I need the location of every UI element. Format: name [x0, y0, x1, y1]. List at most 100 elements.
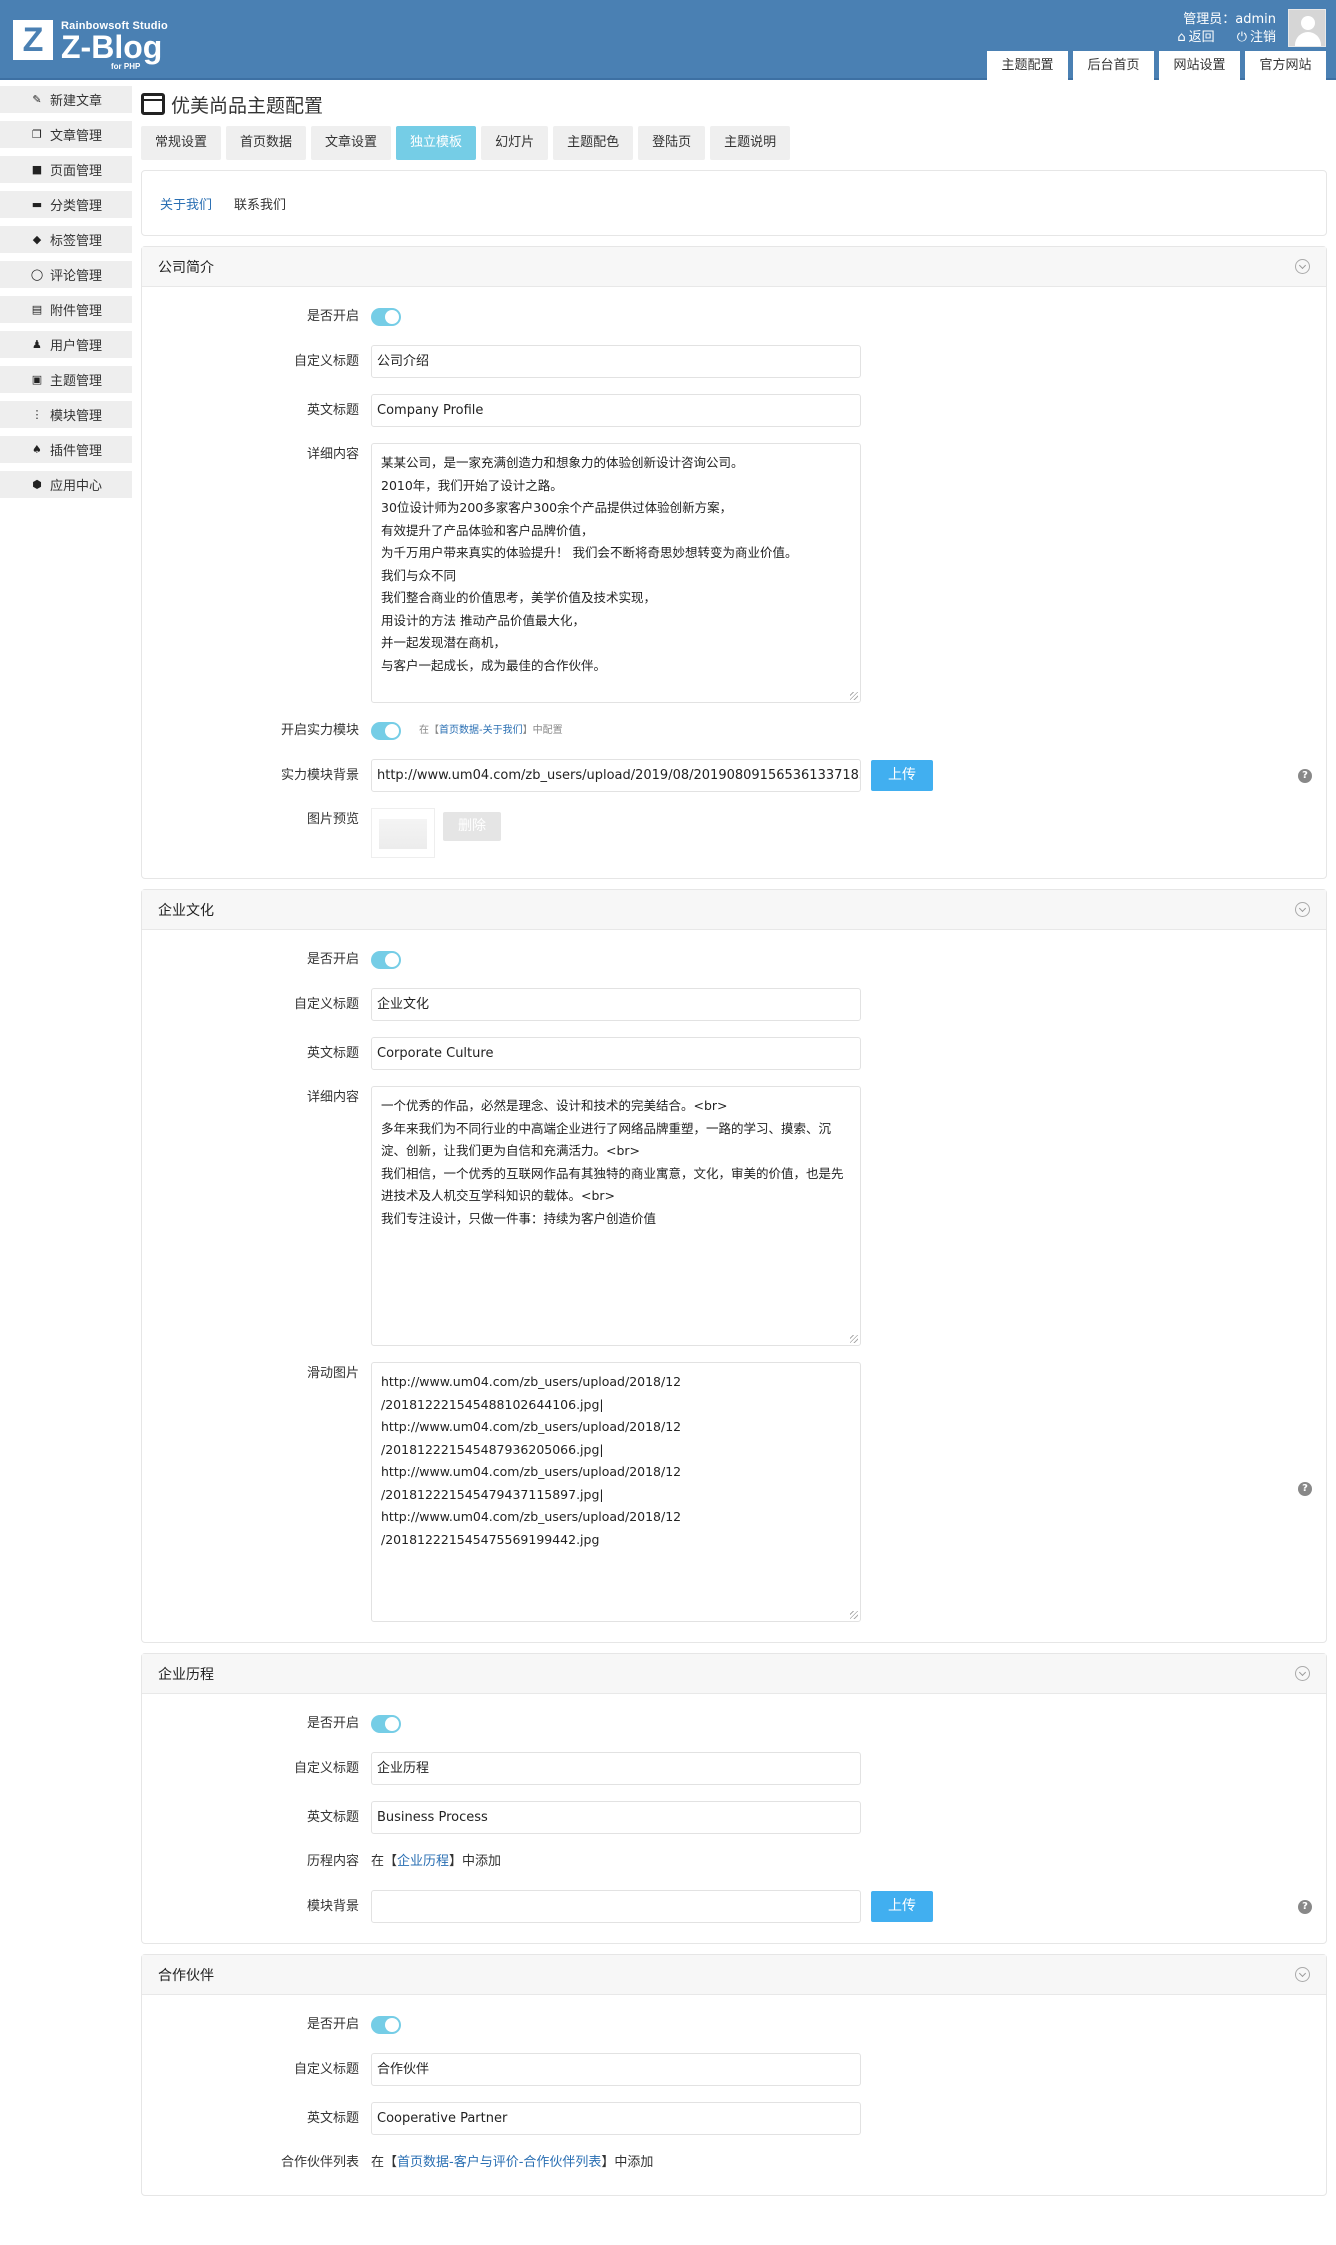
- sidebar-item-new-article[interactable]: ✎ 新建文章: [0, 86, 132, 113]
- upload-button[interactable]: 上传: [871, 760, 933, 791]
- panel-company-profile: 公司简介 是否开启 自定义标题 公司介绍 英文标题 Company Profil…: [141, 246, 1327, 879]
- delete-button[interactable]: 删除: [443, 812, 501, 841]
- tab-theme-colors[interactable]: 主题配色: [553, 126, 634, 160]
- partner-list-link[interactable]: 首页数据-客户与评价-合作伙伴列表: [397, 2155, 601, 2170]
- label-enable: 是否开启: [306, 1716, 359, 1731]
- label-slide-images: 滑动图片: [306, 1366, 359, 1381]
- logo-product: Z-Blog: [61, 29, 163, 65]
- zblog-logo[interactable]: Z Rainbowsoft Studio Z-Blog for PHP: [13, 20, 168, 71]
- chevron-down-icon[interactable]: [1295, 1967, 1310, 1982]
- slide-images-textarea[interactable]: http://www.um04.com/zb_users/upload/2018…: [371, 1362, 861, 1622]
- sidebar-item-tags[interactable]: ◆ 标签管理: [0, 226, 132, 253]
- panel-header[interactable]: 公司简介: [142, 247, 1326, 287]
- subnav-about-us[interactable]: 关于我们: [160, 194, 212, 213]
- sidebar-item-articles[interactable]: ❐ 文章管理: [0, 121, 132, 148]
- documents-icon: ❐: [32, 128, 42, 141]
- upload-button[interactable]: 上传: [871, 1891, 933, 1922]
- sidebar-item-plugins[interactable]: ♠ 插件管理: [0, 436, 132, 463]
- logout-link[interactable]: ⏻ 注销: [1237, 29, 1276, 47]
- tab-general[interactable]: 常规设置: [141, 126, 222, 160]
- sidebar-item-pages[interactable]: ■ 页面管理: [0, 156, 132, 183]
- chevron-down-icon[interactable]: [1295, 1666, 1310, 1681]
- custom-title-input[interactable]: 公司介绍: [371, 345, 861, 378]
- help-icon[interactable]: ?: [1298, 768, 1312, 783]
- history-link[interactable]: 企业历程: [397, 1854, 449, 1869]
- english-title-input[interactable]: Business Process: [371, 1801, 861, 1834]
- tab-theme-notes[interactable]: 主题说明: [710, 126, 791, 160]
- plugin-icon: ♠: [32, 443, 42, 456]
- sidebar-item-app-center[interactable]: ⬢ 应用中心: [0, 471, 132, 498]
- avatar[interactable]: [1288, 9, 1326, 47]
- help-icon[interactable]: ?: [1298, 1899, 1312, 1914]
- custom-title-input[interactable]: 合作伙伴: [371, 2053, 861, 2086]
- strength-bg-input[interactable]: http://www.um04.com/zb_users/upload/2019…: [371, 759, 861, 792]
- edit-icon: ✎: [32, 93, 42, 106]
- tab-login-page[interactable]: 登陆页: [638, 126, 706, 160]
- label-enable: 是否开启: [306, 2017, 359, 2032]
- label-english-title: 英文标题: [306, 1046, 359, 1061]
- attachment-icon: ▤: [31, 303, 43, 316]
- top-nav: 主题配置 后台首页 网站设置 官方网站: [987, 51, 1326, 80]
- sidebar-item-users[interactable]: ♟ 用户管理: [0, 331, 132, 358]
- panel-header[interactable]: 企业文化: [142, 890, 1326, 930]
- main-content: 优美尚品主题配置 常规设置 首页数据 文章设置 独立模板 幻灯片 主题配色 登陆…: [141, 86, 1327, 2196]
- enable-toggle[interactable]: [371, 1715, 401, 1733]
- help-icon[interactable]: ?: [1298, 1482, 1312, 1496]
- top-tab-theme-config[interactable]: 主题配置: [987, 51, 1068, 80]
- sidebar-item-modules[interactable]: ⋮ 模块管理: [0, 401, 132, 428]
- sidebar-item-themes[interactable]: ▣ 主题管理: [0, 366, 132, 393]
- label-enable: 是否开启: [306, 952, 359, 967]
- english-title-input[interactable]: Corporate Culture: [371, 1037, 861, 1070]
- top-tab-admin-home[interactable]: 后台首页: [1073, 51, 1154, 80]
- enable-toggle[interactable]: [371, 951, 401, 969]
- chevron-down-icon[interactable]: [1295, 902, 1310, 917]
- label-english-title: 英文标题: [306, 1810, 359, 1825]
- label-detail: 详细内容: [306, 1090, 359, 1105]
- detail-textarea[interactable]: 一个优秀的作品，必然是理念、设计和技术的完美结合。<br> 多年来我们为不同行业…: [371, 1086, 861, 1346]
- logo-mark: Z: [13, 20, 53, 60]
- label-english-title: 英文标题: [306, 2111, 359, 2126]
- detail-textarea[interactable]: 某某公司，是一家充满创造力和想象力的体验创新设计咨询公司。 2010年，我们开始…: [371, 443, 861, 703]
- chevron-down-icon[interactable]: [1295, 259, 1310, 274]
- sidebar-item-comments[interactable]: ◯ 评论管理: [0, 261, 132, 288]
- home-icon: ⌂: [1177, 30, 1186, 45]
- label-custom-title: 自定义标题: [293, 2062, 359, 2077]
- top-header: Z Rainbowsoft Studio Z-Blog for PHP 管理员：…: [0, 0, 1336, 80]
- label-custom-title: 自定义标题: [293, 354, 359, 369]
- module-bg-input[interactable]: [371, 1890, 861, 1923]
- sidebar-item-categories[interactable]: ▬ 分类管理: [0, 191, 132, 218]
- english-title-input[interactable]: Cooperative Partner: [371, 2102, 861, 2135]
- page-icon: ■: [31, 163, 43, 176]
- label-image-preview: 图片预览: [306, 812, 359, 827]
- tag-icon: ◆: [32, 233, 42, 246]
- panel-header[interactable]: 企业历程: [142, 1654, 1326, 1694]
- tab-standalone-template[interactable]: 独立模板: [396, 126, 477, 160]
- strength-toggle[interactable]: [371, 722, 401, 740]
- tab-slideshow[interactable]: 幻灯片: [481, 126, 549, 160]
- panel-title: 合作伙伴: [158, 1967, 214, 1984]
- config-tabs: 常规设置 首页数据 文章设置 独立模板 幻灯片 主题配色 登陆页 主题说明: [141, 126, 1327, 160]
- tab-home-data[interactable]: 首页数据: [226, 126, 307, 160]
- panel-corporate-culture: 企业文化 是否开启 自定义标题 企业文化 英文标题 Corporate Cult…: [141, 889, 1327, 1643]
- back-link[interactable]: ⌂ 返回: [1177, 29, 1214, 47]
- strength-config-link[interactable]: 首页数据-关于我们: [439, 725, 523, 736]
- subnav-contact-us[interactable]: 联系我们: [234, 194, 286, 213]
- sidebar: ✎ 新建文章 ❐ 文章管理 ■ 页面管理 ▬ 分类管理 ◆ 标签管理 ◯ 评论管理 ▤ 附件管…: [0, 86, 132, 506]
- top-tab-site-settings[interactable]: 网站设置: [1159, 51, 1240, 80]
- enable-toggle[interactable]: [371, 2016, 401, 2034]
- partner-list-hint: 在【首页数据-客户与评价-合作伙伴列表】中添加: [371, 2155, 654, 2170]
- top-tab-official-site[interactable]: 官方网站: [1245, 51, 1326, 80]
- enable-toggle[interactable]: [371, 308, 401, 326]
- image-preview: [371, 808, 435, 858]
- custom-title-input[interactable]: 企业文化: [371, 988, 861, 1021]
- sidebar-item-attachments[interactable]: ▤ 附件管理: [0, 296, 132, 323]
- english-title-input[interactable]: Company Profile: [371, 394, 861, 427]
- panel-business-history: 企业历程 是否开启 自定义标题 企业历程 英文标题 Business Proce…: [141, 1653, 1327, 1944]
- panel-header[interactable]: 合作伙伴: [142, 1955, 1326, 1995]
- custom-title-input[interactable]: 企业历程: [371, 1752, 861, 1785]
- label-custom-title: 自定义标题: [293, 1761, 359, 1776]
- power-icon: ⏻: [1236, 30, 1247, 45]
- tab-article-settings[interactable]: 文章设置: [311, 126, 392, 160]
- panel-title: 公司简介: [158, 259, 214, 276]
- label-strength-bg: 实力模块背景: [280, 768, 359, 783]
